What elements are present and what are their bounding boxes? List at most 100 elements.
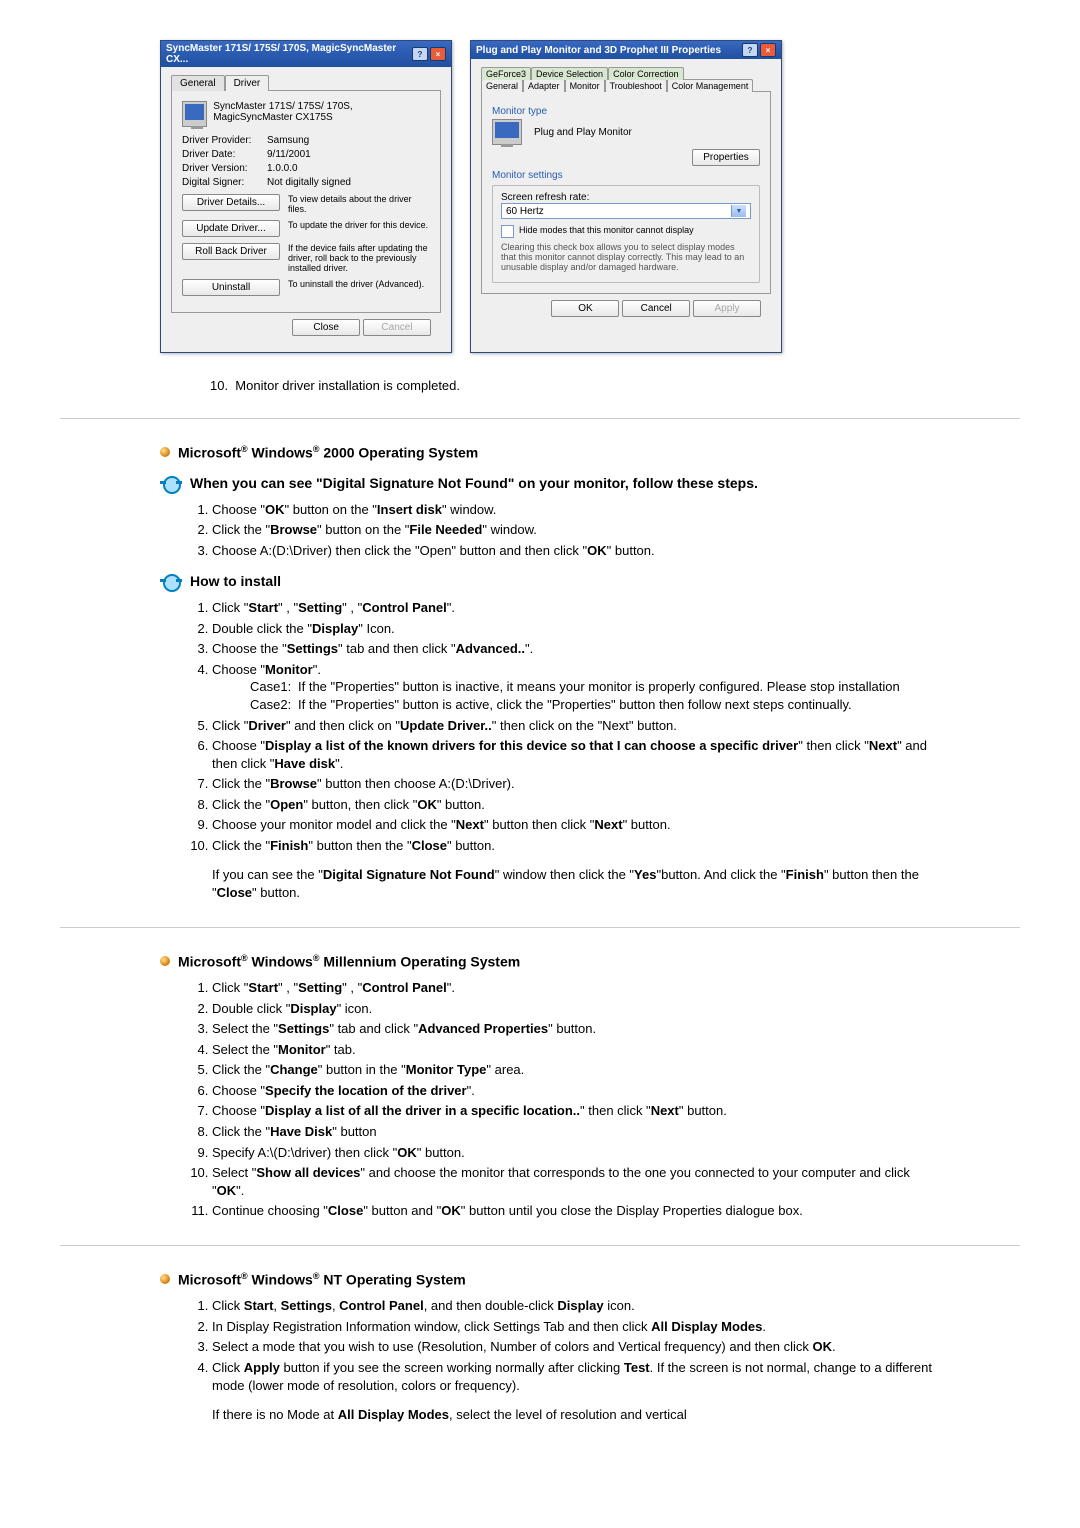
step-icon (160, 573, 182, 589)
list-item: Click the "Open" button, then click "OK"… (212, 796, 940, 814)
close-icon[interactable]: × (430, 47, 446, 61)
ok-button[interactable]: OK (551, 300, 619, 317)
section-windows-nt: Microsoft® Windows® NT Operating System … (60, 1271, 1020, 1424)
list-item: In Display Registration Information wind… (212, 1318, 940, 1336)
bullet-icon (160, 447, 170, 457)
dialog-title: SyncMaster 171S/ 175S/ 170S, MagicSyncMa… (166, 43, 412, 65)
section-title: Microsoft® Windows® NT Operating System (178, 1271, 466, 1288)
list-item: Choose your monitor model and click the … (212, 816, 940, 834)
driver-details-text: To view details about the driver files. (288, 194, 430, 214)
tab-general[interactable]: General (171, 75, 225, 91)
tab-troubleshoot[interactable]: Troubleshoot (605, 79, 667, 92)
case1-label: Case1: (250, 678, 298, 696)
case2-text: If the "Properties" button is active, cl… (298, 696, 852, 714)
bullet-icon (160, 956, 170, 966)
dialog-titlebar: SyncMaster 171S/ 175S/ 170S, MagicSyncMa… (161, 41, 451, 67)
tab-geforce[interactable]: GeForce3 (481, 67, 531, 80)
monitor-type-label: Monitor type (492, 106, 760, 117)
install-steps-me: Click "Start" , "Setting" , "Control Pan… (192, 979, 940, 1220)
dialog-titlebar-right: Plug and Play Monitor and 3D Prophet III… (471, 41, 781, 59)
tab-general-r[interactable]: General (481, 79, 523, 92)
install-steps-nt: Click Start, Settings, Control Panel, an… (192, 1297, 940, 1394)
apply-button: Apply (693, 300, 761, 317)
properties-button[interactable]: Properties (692, 149, 760, 166)
list-item: Click the "Have Disk" button (212, 1123, 940, 1141)
subsection-title: When you can see "Digital Signature Not … (190, 475, 758, 491)
rollback-driver-button[interactable]: Roll Back Driver (182, 243, 280, 260)
after-note: If you can see the "Digital Signature No… (212, 866, 940, 901)
list-item: Choose "Display a list of the known driv… (212, 737, 940, 772)
help-button[interactable]: ? (742, 43, 758, 57)
monitor-icon (182, 101, 207, 127)
close-button[interactable]: Close (292, 319, 360, 336)
list-item: Double click the "Display" Icon. (212, 620, 940, 638)
list-item: Select a mode that you wish to use (Reso… (212, 1338, 940, 1356)
subsection-title: How to install (190, 573, 281, 589)
sig-not-found-steps: Choose "OK" button on the "Insert disk" … (192, 501, 940, 560)
close-icon[interactable]: × (760, 43, 776, 57)
help-button[interactable]: ? (412, 47, 428, 61)
signer-label: Digital Signer: (182, 177, 267, 188)
install-steps-2000: Click "Start" , "Setting" , "Control Pan… (192, 599, 940, 854)
hide-modes-checkbox[interactable] (501, 225, 514, 238)
list-item: Select the "Monitor" tab. (212, 1041, 940, 1059)
hide-modes-label: Hide modes that this monitor cannot disp… (519, 225, 694, 235)
list-item: Choose "Specify the location of the driv… (212, 1082, 940, 1100)
refresh-rate-label: Screen refresh rate: (501, 192, 751, 203)
list-item: Choose "OK" button on the "Insert disk" … (212, 501, 940, 519)
tab-adapter[interactable]: Adapter (523, 79, 565, 92)
tab-color-correction[interactable]: Color Correction (608, 67, 684, 80)
update-driver-text: To update the driver for this device. (288, 220, 430, 230)
monitor-name: Plug and Play Monitor (534, 127, 760, 138)
list-item: Double click "Display" icon. (212, 1000, 940, 1018)
list-item: Click the "Change" button in the "Monito… (212, 1061, 940, 1079)
update-driver-button[interactable]: Update Driver... (182, 220, 280, 237)
section-windows-me: Microsoft® Windows® Millennium Operating… (60, 953, 1020, 1220)
step-10: 10. Monitor driver installation is compl… (210, 378, 940, 393)
list-item: Select the "Settings" tab and click "Adv… (212, 1020, 940, 1038)
chevron-down-icon[interactable]: ▼ (731, 205, 746, 217)
tab-driver[interactable]: Driver (225, 75, 270, 91)
list-item: Click Start, Settings, Control Panel, an… (212, 1297, 940, 1315)
tab-device-selection[interactable]: Device Selection (531, 67, 608, 80)
list-item: Click "Driver" and then click on "Update… (212, 717, 940, 735)
version-label: Driver Version: (182, 163, 267, 174)
list-item: Click the "Browse" button on the "File N… (212, 521, 940, 539)
nt-note: If there is no Mode at All Display Modes… (212, 1406, 940, 1424)
list-item: Click "Start" , "Setting" , "Control Pan… (212, 599, 940, 617)
list-item: Select "Show all devices" and choose the… (212, 1164, 940, 1199)
date-label: Driver Date: (182, 149, 267, 160)
list-item: Choose "Monitor". Case1:If the "Properti… (212, 661, 940, 714)
list-item: Choose the "Settings" tab and then click… (212, 640, 940, 658)
list-item: Click the "Finish" button then the "Clos… (212, 837, 940, 855)
rollback-driver-text: If the device fails after updating the d… (288, 243, 430, 273)
date-value: 9/11/2001 (267, 149, 311, 160)
separator (60, 1245, 1020, 1246)
signer-value: Not digitally signed (267, 177, 351, 188)
provider-value: Samsung (267, 135, 309, 146)
cancel-button: Cancel (363, 319, 431, 336)
case2-label: Case2: (250, 696, 298, 714)
refresh-rate-select[interactable]: 60 Hertz ▼ (501, 203, 751, 219)
monitor-icon (492, 119, 522, 145)
uninstall-button[interactable]: Uninstall (182, 279, 280, 296)
list-item: Click the "Browse" button then choose A:… (212, 775, 940, 793)
tab-color-mgmt[interactable]: Color Management (667, 79, 754, 92)
list-item: Click Apply button if you see the screen… (212, 1359, 940, 1394)
driver-properties-dialog: SyncMaster 171S/ 175S/ 170S, MagicSyncMa… (160, 40, 452, 353)
section-title: Microsoft® Windows® Millennium Operating… (178, 953, 520, 970)
list-item: Choose A:(D:\Driver) then click the "Ope… (212, 542, 940, 560)
tab-monitor[interactable]: Monitor (565, 79, 605, 92)
version-value: 1.0.0.0 (267, 163, 298, 174)
list-item: Choose "Display a list of all the driver… (212, 1102, 940, 1120)
section-windows-2000: Microsoft® Windows® 2000 Operating Syste… (60, 444, 1020, 902)
separator (60, 418, 1020, 419)
list-item: Specify A:\(D:\driver) then click "OK" b… (212, 1144, 940, 1162)
step-icon (160, 475, 182, 491)
list-item: Continue choosing "Close" button and "OK… (212, 1202, 940, 1220)
driver-details-button[interactable]: Driver Details... (182, 194, 280, 211)
cancel-button-r[interactable]: Cancel (622, 300, 690, 317)
section-title: Microsoft® Windows® 2000 Operating Syste… (178, 444, 478, 461)
monitor-settings-label: Monitor settings (492, 170, 760, 181)
bullet-icon (160, 1274, 170, 1284)
